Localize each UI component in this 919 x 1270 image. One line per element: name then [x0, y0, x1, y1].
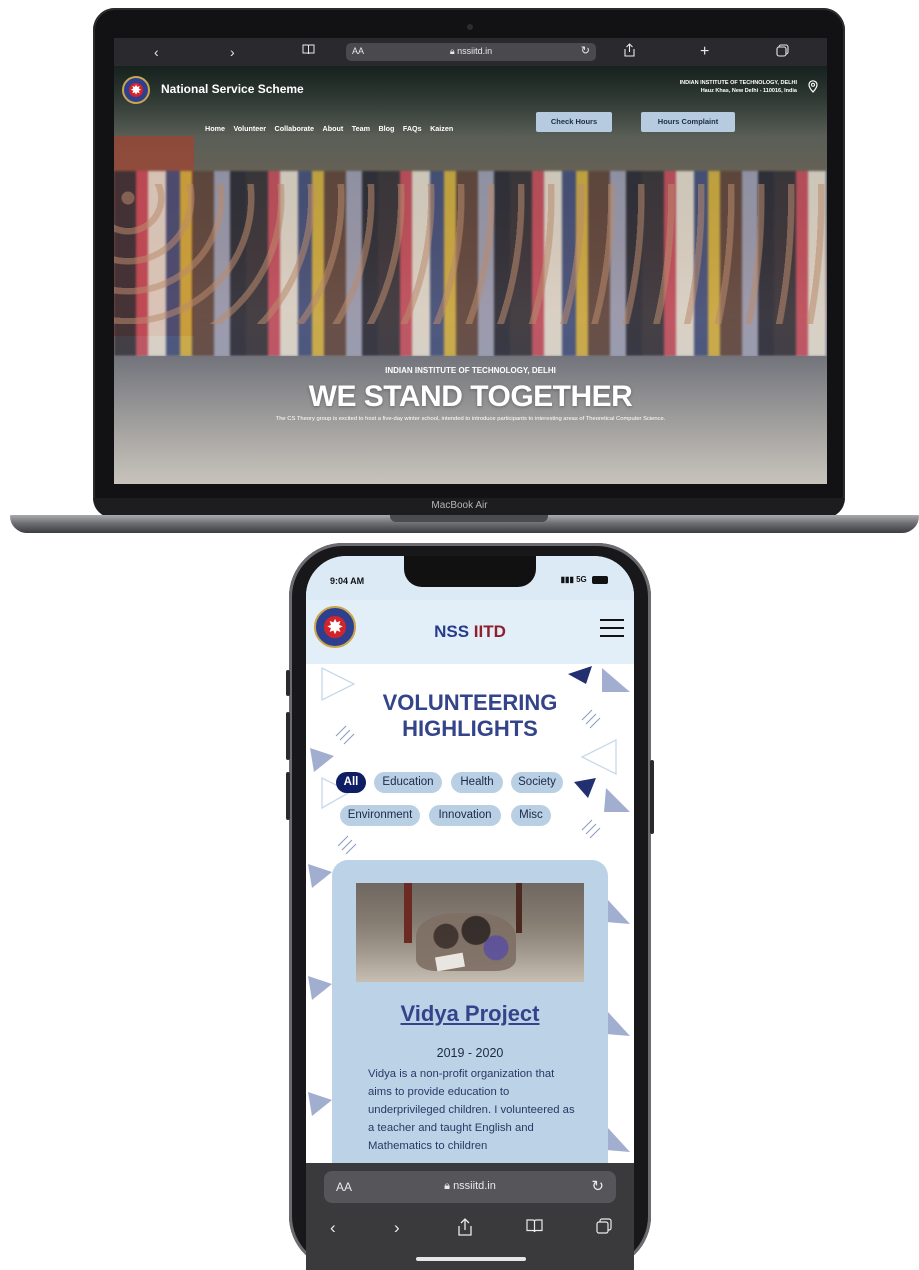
- phone-power-button: [650, 760, 654, 834]
- status-indicators: ▮▮▮ 5G: [561, 575, 608, 584]
- forward-icon[interactable]: ›: [230, 43, 235, 61]
- site-nav: Home Volunteer Collaborate About Team Bl…: [205, 118, 457, 136]
- institute-address: INDIAN INSTITUTE OF TECHNOLOGY, DELHI Ha…: [679, 80, 797, 94]
- site-title[interactable]: National Service Scheme: [161, 82, 304, 96]
- location-pin-icon[interactable]: [808, 80, 818, 93]
- phone-screen: 9:04 AM ▮▮▮ 5G ✸ NSS IITD VOLUNTEERING H…: [306, 556, 634, 1270]
- phone-mute-switch: [286, 670, 290, 696]
- check-hours-button[interactable]: Check Hours: [536, 112, 612, 132]
- laptop-url-text: 🔒︎ nssiitd.in: [449, 46, 493, 56]
- reload-icon[interactable]: ↻: [591, 1177, 604, 1195]
- hero-banner: ✸ National Service Scheme INDIAN INSTITU…: [114, 66, 827, 484]
- back-icon[interactable]: ‹: [154, 43, 159, 61]
- nav-volunteer[interactable]: Volunteer: [233, 124, 266, 133]
- reload-icon[interactable]: ↻: [581, 44, 590, 57]
- nss-logo[interactable]: ✸: [122, 76, 150, 104]
- share-icon[interactable]: [458, 1218, 472, 1241]
- status-time: 9:04 AM: [330, 576, 365, 586]
- hero-photo-faces: [114, 184, 827, 324]
- nav-about[interactable]: About: [323, 124, 344, 133]
- forward-icon[interactable]: ›: [394, 1218, 400, 1238]
- filter-education[interactable]: Education: [374, 772, 442, 793]
- laptop-screen: ‹ › AA 🔒︎ nssiitd.in ↻ + ✸ National Serv…: [114, 38, 827, 484]
- tabs-icon[interactable]: [776, 43, 789, 61]
- hours-complaint-button[interactable]: Hours Complaint: [641, 112, 735, 132]
- laptop-camera: [467, 24, 473, 30]
- mobile-browser-toolbar: AA 🔒︎ nssiitd.in ↻ ‹ ›: [306, 1163, 634, 1270]
- laptop-address-bar[interactable]: AA 🔒︎ nssiitd.in ↻: [346, 43, 596, 61]
- filter-misc[interactable]: Misc: [511, 805, 551, 826]
- nav-faqs[interactable]: FAQs: [403, 124, 422, 133]
- filter-all[interactable]: All: [336, 772, 366, 793]
- battery-icon: [592, 575, 608, 584]
- mobile-page-body: VOLUNTEERING HIGHLIGHTS All Education He…: [306, 664, 634, 1163]
- nav-kaizen[interactable]: Kaizen: [430, 124, 453, 133]
- book-icon[interactable]: [302, 43, 315, 61]
- project-years: 2019 - 2020: [436, 1046, 504, 1060]
- phone-volume-down: [286, 772, 290, 820]
- laptop-base-notch: [390, 515, 548, 522]
- mobile-address-bar[interactable]: AA 🔒︎ nssiitd.in ↻: [324, 1171, 616, 1203]
- home-indicator[interactable]: [416, 1257, 526, 1261]
- highlight-card: Vidya Project 2019 - 2020 Vidya is a non…: [332, 860, 608, 1163]
- project-description: Vidya is a non-profit organization that …: [368, 1068, 575, 1152]
- mobile-header: ✸ NSS IITD: [306, 600, 634, 664]
- phone-volume-up: [286, 712, 290, 760]
- filter-environment[interactable]: Environment: [340, 805, 420, 826]
- mobile-site-title[interactable]: NSS IITD: [306, 622, 634, 642]
- nav-team[interactable]: Team: [352, 124, 370, 133]
- filter-innovation[interactable]: Innovation: [429, 805, 501, 826]
- laptop-browser-toolbar: ‹ › AA 🔒︎ nssiitd.in ↻ +: [114, 38, 827, 66]
- project-title-link[interactable]: Vidya Project: [332, 1001, 608, 1027]
- filter-health[interactable]: Health: [451, 772, 503, 793]
- section-title: VOLUNTEERING HIGHLIGHTS: [382, 690, 558, 741]
- filter-society[interactable]: Society: [511, 772, 563, 793]
- signal-icon: ▮▮▮: [560, 575, 574, 584]
- network-label: 5G: [576, 575, 587, 584]
- device-label: MacBook Air: [431, 500, 488, 511]
- bookmarks-icon[interactable]: [526, 1218, 543, 1238]
- nav-collaborate[interactable]: Collaborate: [275, 124, 315, 133]
- hero-description: The CS Theory group is excited to host a…: [275, 416, 666, 422]
- dynamic-island: [404, 556, 536, 587]
- hero-title: WE STAND TOGETHER: [308, 380, 633, 413]
- share-icon[interactable]: [624, 43, 635, 61]
- nav-blog[interactable]: Blog: [378, 124, 394, 133]
- back-icon[interactable]: ‹: [330, 1218, 336, 1238]
- mobile-url-text: 🔒︎ nssiitd.in: [444, 1180, 496, 1192]
- project-photo: [356, 883, 584, 982]
- tabs-icon[interactable]: [596, 1218, 612, 1239]
- nav-home[interactable]: Home: [205, 124, 225, 133]
- hero-subtitle: INDIAN INSTITUTE OF TECHNOLOGY, DELHI: [385, 366, 556, 375]
- new-tab-icon[interactable]: +: [700, 43, 709, 61]
- hamburger-menu-icon[interactable]: [600, 619, 624, 639]
